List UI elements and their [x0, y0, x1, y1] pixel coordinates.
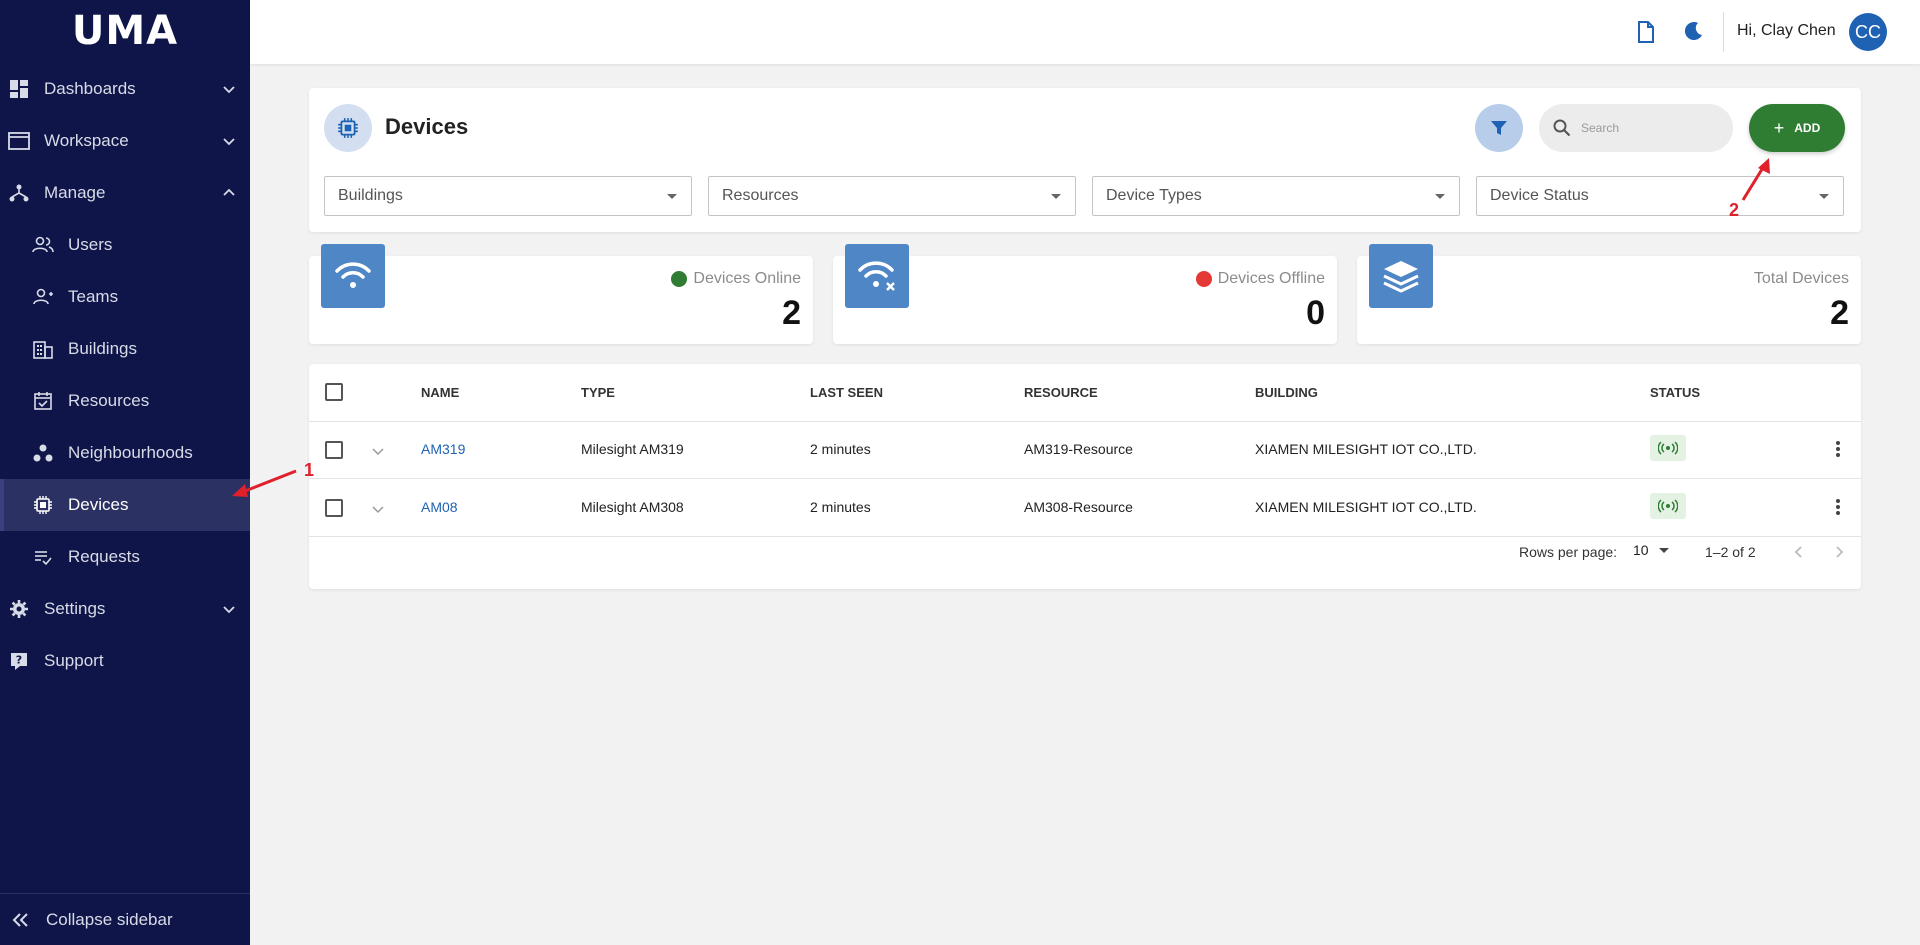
- annotation-label-1: 1: [304, 460, 315, 480]
- annotation-arrows: [232, 158, 1770, 497]
- annotation-label-2: 2: [1729, 200, 1740, 220]
